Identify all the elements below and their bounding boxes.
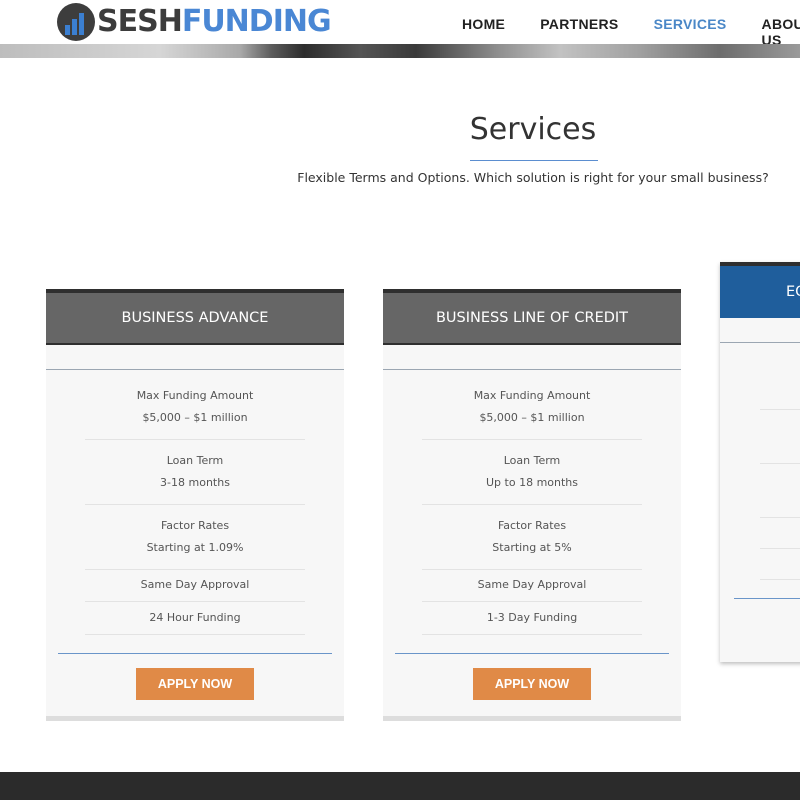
card-title: BUSINESS ADVANCE	[46, 293, 344, 343]
hero-banner-image	[0, 44, 800, 58]
feature-label: Same Day Approval	[140, 578, 250, 591]
feature-label: Loan Term	[166, 454, 224, 467]
feature-factor-rates: Factor Rates Starting at 5%	[422, 505, 642, 570]
card-title: BUSINESS LINE OF CREDIT	[383, 293, 681, 343]
feature-label: Max Funding Amount	[473, 389, 591, 402]
pricing-card-business-advance: BUSINESS ADVANCE Max Funding Amount $5,0…	[46, 289, 344, 721]
pricing-card-featured: EQ	[720, 262, 800, 662]
divider	[760, 548, 800, 549]
feature-value: $5,000 – $1 million	[142, 411, 248, 424]
feature-label: Same Day Approval	[477, 578, 587, 591]
feature-same-day-approval: Same Day Approval	[422, 570, 642, 602]
feature-label: 1-3 Day Funding	[486, 611, 578, 624]
pricing-card-line-of-credit: BUSINESS LINE OF CREDIT Max Funding Amou…	[383, 289, 681, 721]
feature-label: Loan Term	[503, 454, 561, 467]
logo-text-part1: SESH	[97, 4, 183, 39]
feature-funding-speed: 24 Hour Funding	[85, 602, 305, 635]
feature-value: Starting at 1.09%	[146, 541, 244, 554]
brand-logo[interactable]: SESHFUNDING	[57, 2, 332, 42]
divider	[760, 463, 800, 464]
feature-value: $5,000 – $1 million	[479, 411, 585, 424]
feature-loan-term: Loan Term Up to 18 months	[422, 440, 642, 505]
feature-value: Up to 18 months	[486, 476, 578, 489]
chart-logo-icon	[57, 3, 95, 41]
feature-value: 3-18 months	[160, 476, 230, 489]
feature-label: 24 Hour Funding	[149, 611, 241, 624]
feature-label: Factor Rates	[160, 519, 230, 532]
divider	[720, 342, 800, 343]
feature-label: Factor Rates	[497, 519, 567, 532]
page-subtitle: Flexible Terms and Options. Which soluti…	[297, 170, 769, 185]
divider	[760, 517, 800, 518]
logo-wordmark: SESHFUNDING	[97, 2, 332, 42]
feature-factor-rates: Factor Rates Starting at 1.09%	[85, 505, 305, 570]
card-title: EQ	[720, 266, 800, 318]
feature-max-funding: Max Funding Amount $5,000 – $1 million	[85, 370, 305, 440]
site-header: SESHFUNDING HOME PARTNERS SERVICES ABOUT…	[0, 0, 800, 48]
feature-same-day-approval: Same Day Approval	[85, 570, 305, 602]
feature-funding-speed: 1-3 Day Funding	[422, 602, 642, 635]
feature-max-funding: Max Funding Amount $5,000 – $1 million	[422, 370, 642, 440]
page-title: Services	[469, 112, 597, 147]
divider	[734, 598, 800, 599]
feature-loan-term: Loan Term 3-18 months	[85, 440, 305, 505]
apply-now-button[interactable]: APPLY NOW	[473, 668, 591, 700]
feature-label: Max Funding Amount	[136, 389, 254, 402]
logo-text-part2: FUNDING	[181, 4, 332, 39]
apply-now-button[interactable]: APPLY NOW	[136, 668, 254, 700]
title-underline	[470, 160, 598, 161]
divider	[760, 579, 800, 580]
site-footer	[0, 772, 800, 800]
divider	[760, 409, 800, 410]
feature-value: Starting at 5%	[492, 541, 572, 554]
